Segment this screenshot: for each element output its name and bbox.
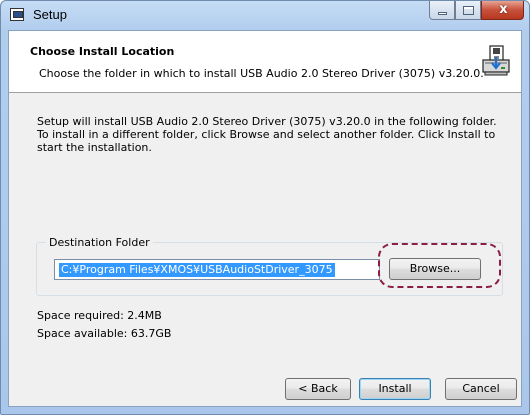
page-subtitle: Choose the folder in which to install US… [39, 67, 484, 80]
back-button[interactable]: < Back [285, 378, 351, 400]
install-description: Setup will install USB Audio 2.0 Stereo … [37, 115, 497, 154]
browse-button[interactable]: Browse... [389, 258, 481, 280]
installer-icon [482, 45, 510, 76]
minimize-button[interactable] [429, 1, 455, 20]
page-title: Choose Install Location [30, 45, 175, 58]
close-button[interactable]: x [481, 1, 524, 20]
dialog-client-area: Choose Install Location Choose the folde… [8, 30, 522, 407]
app-icon[interactable] [10, 8, 24, 21]
caption-buttons: x [429, 1, 524, 21]
destination-path-text: C:¥Program Files¥XMOS¥USBAudioStDriver_3… [59, 263, 335, 277]
cancel-button[interactable]: Cancel [445, 378, 517, 400]
destination-folder-label: Destination Folder [46, 236, 153, 249]
window-title: Setup [33, 7, 67, 22]
maximize-button[interactable] [455, 1, 481, 20]
close-icon: x [499, 2, 508, 17]
setup-window: Setup x Choose Install Location Choose t… [0, 0, 530, 415]
title-bar[interactable]: Setup x [1, 1, 529, 29]
maximize-icon [463, 6, 474, 15]
destination-path-input[interactable]: C:¥Program Files¥XMOS¥USBAudioStDriver_3… [54, 259, 380, 280]
space-required: Space required: 2.4MB [37, 309, 162, 322]
page-header: Choose Install Location Choose the folde… [9, 31, 521, 93]
install-button[interactable]: Install [359, 378, 431, 400]
minimize-icon [438, 12, 447, 15]
space-available: Space available: 63.7GB [37, 327, 172, 340]
